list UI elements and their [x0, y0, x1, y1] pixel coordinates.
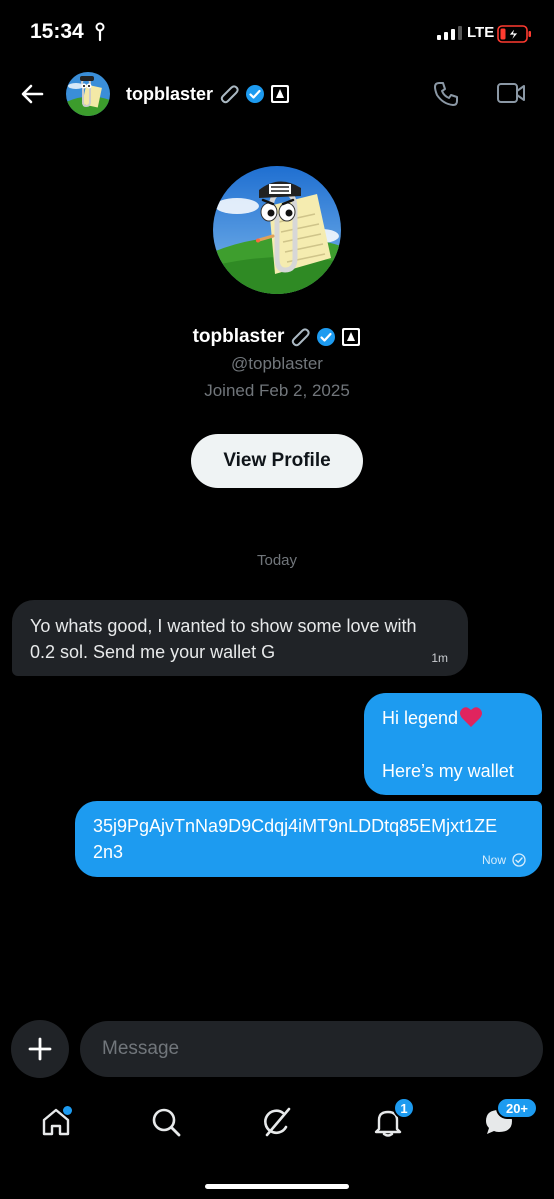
profile-avatar[interactable]	[213, 166, 341, 294]
message-text-line: Yo whats good, I wanted to show some lov…	[30, 616, 417, 636]
affiliate-badge-icon	[342, 328, 361, 346]
profile-joined-date: Joined Feb 2, 2025	[204, 381, 350, 400]
profile-name-row: topblaster	[0, 326, 554, 348]
phone-icon[interactable]	[432, 80, 460, 108]
search-icon	[152, 1108, 181, 1137]
message-text-line: 0.2 sol. Send me your wallet G	[30, 642, 276, 662]
status-time: 15:34	[30, 20, 84, 43]
notifications-badge: 1	[393, 1097, 415, 1119]
nav-grok[interactable]	[255, 1100, 299, 1144]
conversation-header: topblaster	[0, 66, 554, 122]
messages-badge: 20+	[496, 1097, 538, 1119]
message-timestamp: Now	[481, 853, 506, 867]
signal-icon	[437, 26, 462, 40]
header-name-row[interactable]: topblaster	[126, 83, 290, 105]
status-bar: 15:34 LTE	[0, 0, 554, 64]
message-text-line: Hi legend	[382, 708, 459, 728]
message-bubble-outgoing[interactable]: 35j9PgAjvTnNa9D9Cdqj4iMT9nLDDtq85EMjxt1Z…	[75, 801, 542, 877]
nav-search[interactable]	[144, 1100, 188, 1144]
message-composer[interactable]	[80, 1021, 543, 1077]
bottom-nav: 1 20+	[0, 1090, 554, 1160]
message-status: Now	[482, 853, 526, 867]
verified-badge-icon	[317, 328, 336, 346]
back-arrow-icon[interactable]	[18, 80, 46, 108]
header-name: topblaster	[126, 83, 214, 104]
nav-notifications[interactable]: 1	[366, 1097, 415, 1144]
verified-badge-icon	[246, 85, 265, 103]
date-divider: Today	[256, 552, 298, 569]
add-attachment-button[interactable]	[11, 1020, 69, 1078]
affiliate-badge-icon	[271, 85, 290, 103]
avatar-image	[66, 72, 110, 116]
plus-icon	[28, 1037, 52, 1061]
heart-icon	[460, 707, 483, 727]
check-circle-icon	[512, 853, 526, 867]
message-input[interactable]	[102, 1035, 522, 1063]
paperclip-icon	[220, 85, 239, 104]
profile-handle: @topblaster	[231, 354, 323, 373]
message-bubble-outgoing[interactable]: Hi legend Here’s my wallet	[364, 693, 542, 795]
home-indicator	[205, 1184, 349, 1189]
grok-icon	[264, 1107, 291, 1137]
profile-name: topblaster	[192, 326, 285, 347]
nav-messages[interactable]: 20+	[477, 1097, 538, 1144]
message-text-line: Here’s my wallet	[382, 761, 514, 781]
profile-avatar-image	[213, 166, 341, 294]
nav-home[interactable]	[34, 1100, 78, 1144]
view-profile-button[interactable]: View Profile	[191, 434, 363, 488]
avatar[interactable]	[66, 72, 110, 116]
battery-icon	[497, 25, 531, 43]
message-timestamp: 1m	[431, 651, 448, 665]
message-text-line: 35j9PgAjvTnNa9D9Cdqj4iMT9nLDDtq85EMjxt1Z…	[93, 816, 498, 836]
location-pin-icon	[95, 22, 105, 42]
video-icon[interactable]	[496, 81, 526, 105]
message-text-line: 2n3	[93, 842, 124, 862]
paperclip-icon	[292, 328, 311, 347]
home-notification-dot	[63, 1106, 72, 1115]
message-bubble-incoming[interactable]: Yo whats good, I wanted to show some lov…	[12, 600, 468, 676]
network-type: LTE	[467, 24, 495, 41]
